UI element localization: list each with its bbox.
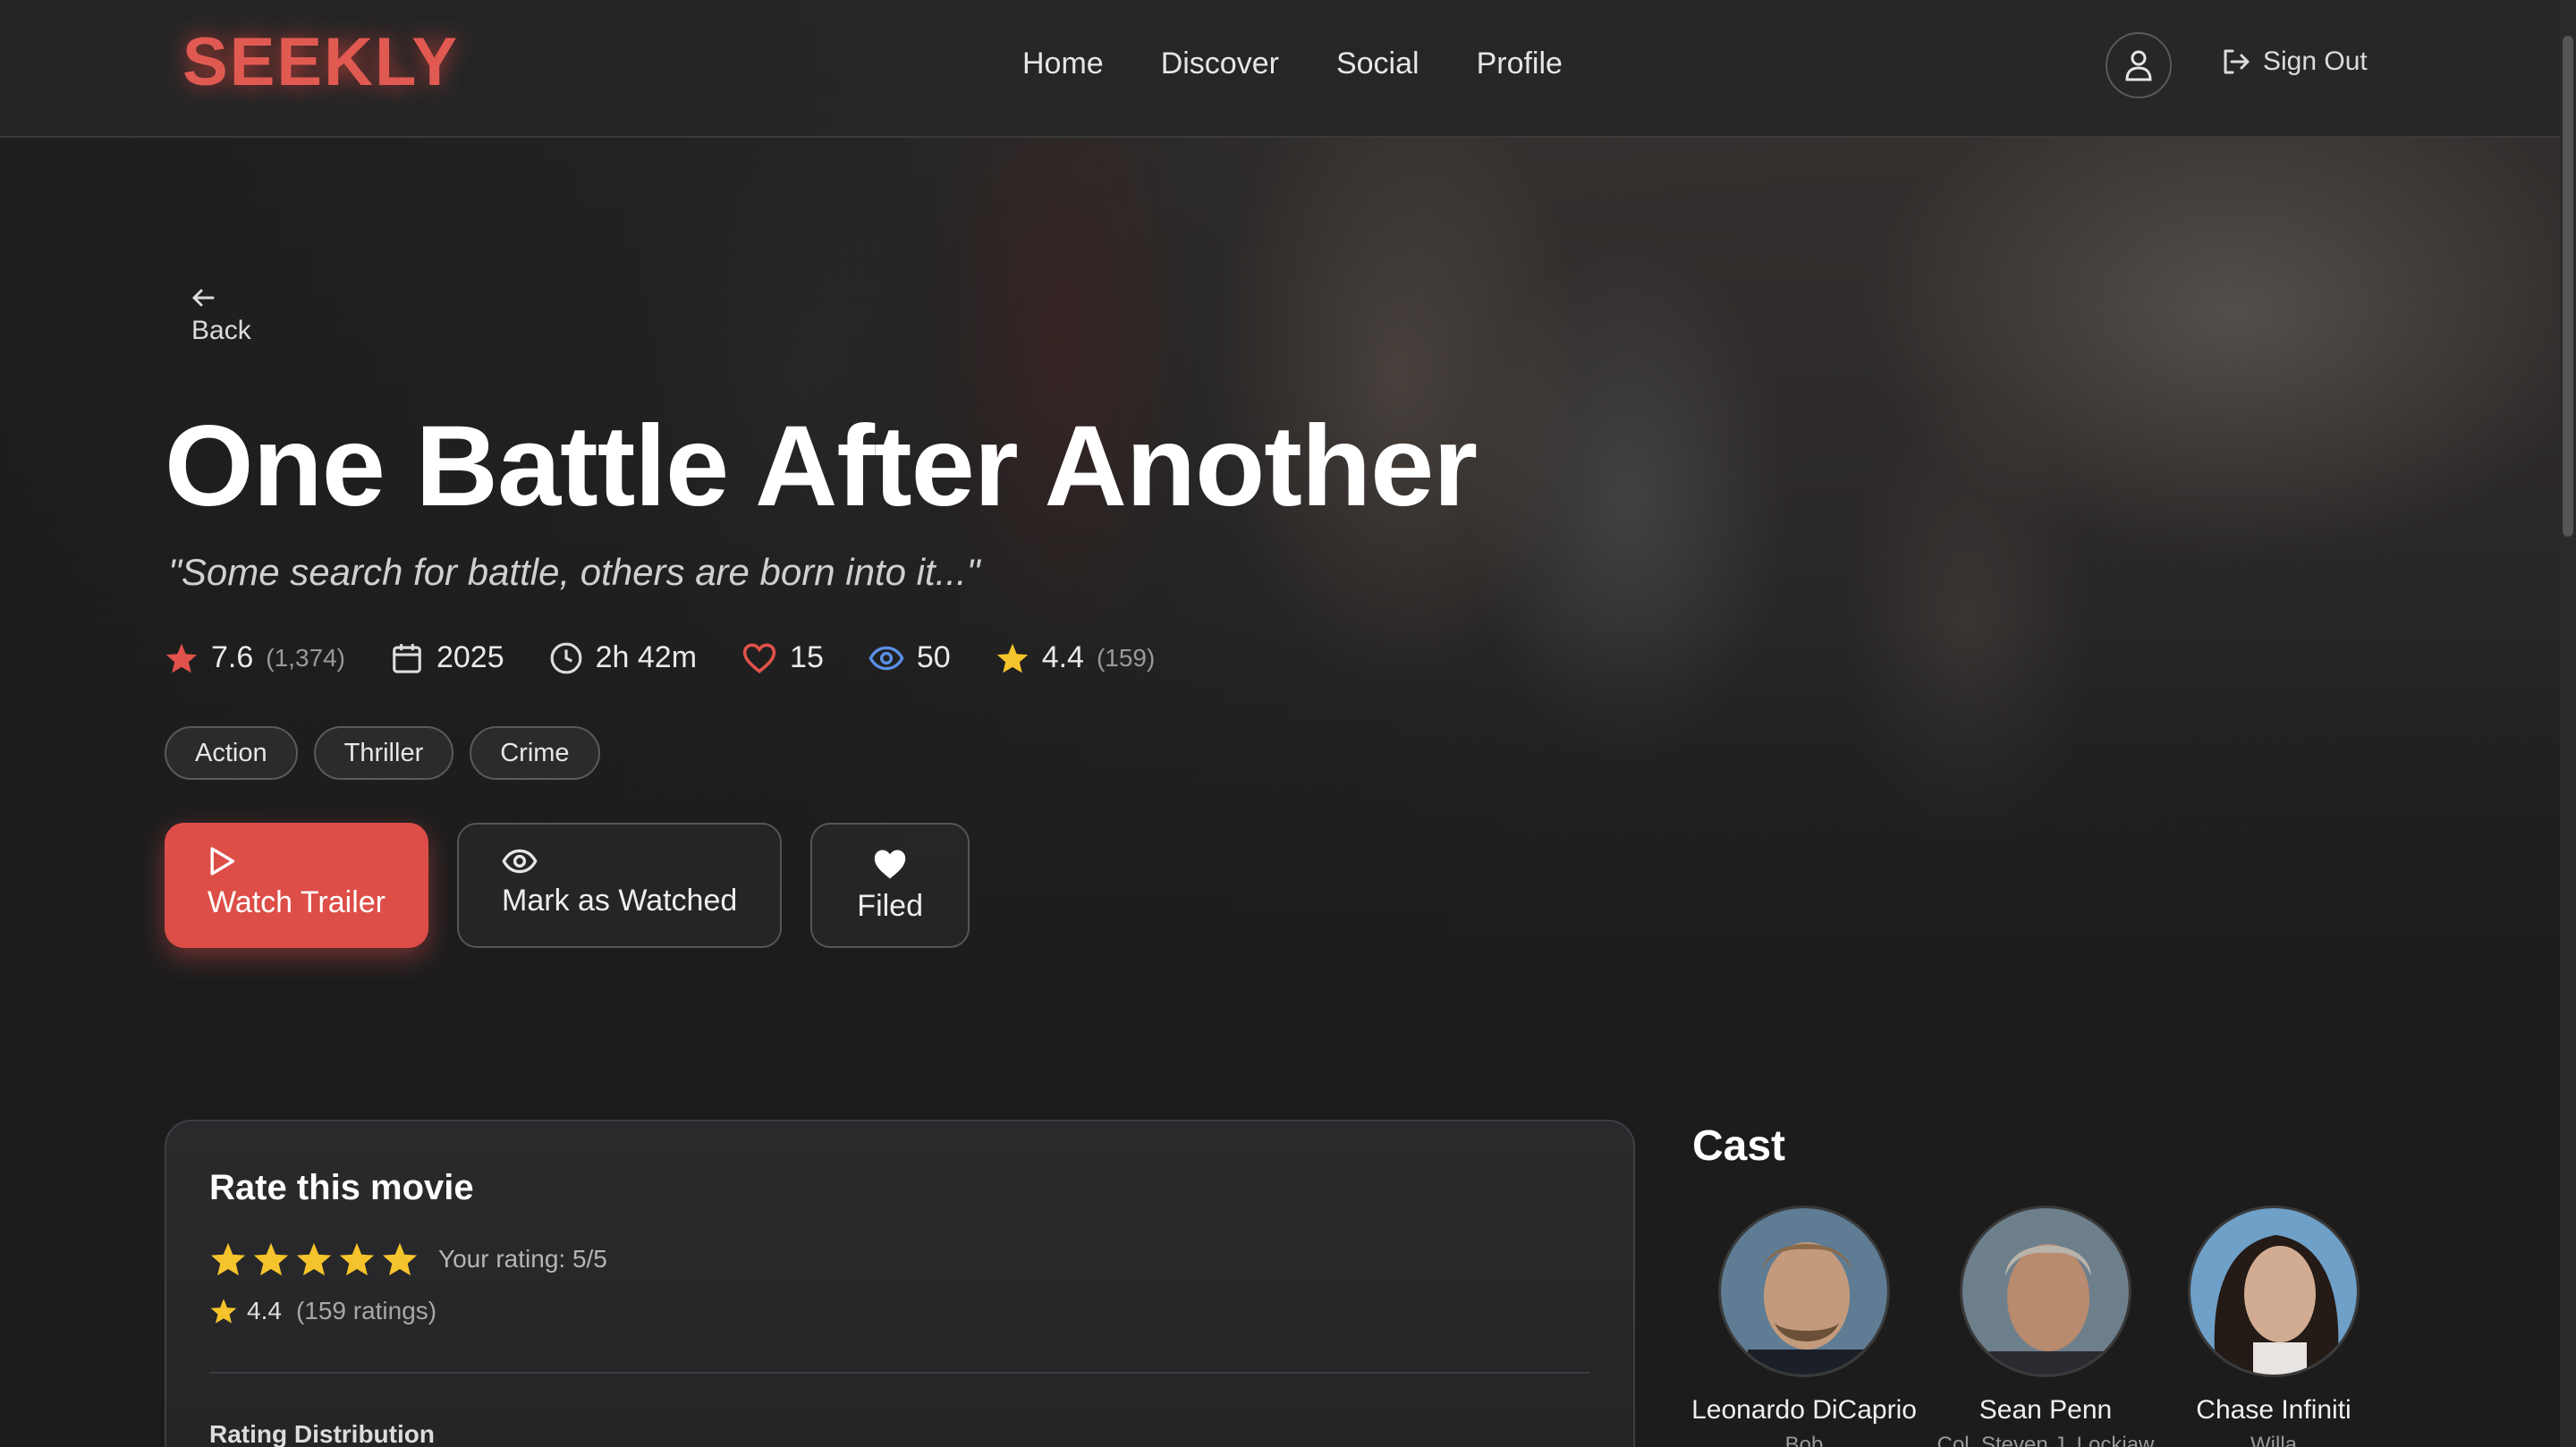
filed-label: Filed — [857, 889, 923, 923]
mark-watched-button[interactable]: Mark as Watched — [457, 823, 783, 948]
runtime-value: 2h 42m — [595, 640, 698, 674]
back-label: Back — [191, 316, 251, 345]
divider — [209, 1372, 1590, 1374]
average-value: 4.4 — [247, 1297, 282, 1324]
cast-name: Sean Penn — [1979, 1395, 2113, 1425]
action-buttons: Watch Trailer Mark as Watched Filed — [165, 823, 970, 948]
mark-watched-label: Mark as Watched — [502, 884, 738, 918]
nav-link-home[interactable]: Home — [1022, 47, 1104, 81]
genre-tags: Action Thriller Crime — [165, 726, 600, 780]
movie-meta-row: 7.6 (1,374) 2025 2h 42m 15 50 4.4 (159) — [165, 640, 1199, 675]
avatar — [1718, 1206, 1890, 1377]
sign-out-label: Sign Out — [2263, 47, 2368, 76]
watch-trailer-label: Watch Trailer — [208, 885, 386, 919]
user-icon — [2125, 50, 2152, 81]
top-navbar: SEEKLY Home Discover Social Profile Sign… — [0, 0, 2560, 138]
likes-value: 15 — [790, 640, 824, 674]
cast-name: Chase Infiniti — [2196, 1395, 2351, 1425]
star-icon — [210, 1299, 237, 1324]
genre-tag[interactable]: Action — [165, 726, 298, 780]
filed-button[interactable]: Filed — [810, 823, 970, 948]
watch-trailer-button[interactable]: Watch Trailer — [165, 823, 429, 948]
tmdb-rating: 7.6 (1,374) — [165, 640, 345, 675]
year-value: 2025 — [436, 640, 504, 674]
movie-tagline: "Some search for battle, others are born… — [168, 551, 980, 593]
average-rating: 4.4 (159 ratings) — [209, 1297, 436, 1325]
nav-link-social[interactable]: Social — [1336, 47, 1419, 81]
star-icon — [996, 643, 1028, 673]
star-rating-input: Your rating: 5/5 — [209, 1241, 607, 1277]
cast-section-title: Cast — [1692, 1122, 1786, 1170]
rating-star-2[interactable] — [252, 1241, 290, 1277]
nav-link-profile[interactable]: Profile — [1477, 47, 1563, 81]
runtime: 2h 42m — [549, 640, 697, 675]
brand-logo[interactable]: SEEKLY — [182, 23, 459, 101]
rating-star-5[interactable] — [381, 1241, 419, 1277]
back-link[interactable]: Back — [191, 288, 251, 346]
sign-out-button[interactable]: Sign Out — [2222, 47, 2368, 77]
release-year: 2025 — [390, 640, 504, 675]
genre-tag[interactable]: Crime — [470, 726, 600, 780]
eye-icon — [869, 646, 904, 670]
heart-filled-icon — [874, 850, 906, 879]
views-value: 50 — [916, 640, 951, 674]
arrow-left-icon — [192, 289, 215, 307]
nav-link-discover[interactable]: Discover — [1161, 47, 1279, 81]
rating-value: 7.6 — [211, 640, 254, 674]
rating-star-3[interactable] — [295, 1241, 333, 1277]
cast-name: Leonardo DiCaprio — [1692, 1395, 1917, 1425]
avatar — [1960, 1206, 2131, 1377]
your-rating-text: Your rating: 5/5 — [438, 1245, 607, 1273]
ratings-count: (159 ratings) — [295, 1297, 437, 1324]
user-rating: 4.4 (159) — [996, 640, 1156, 675]
cast-member[interactable]: Leonardo DiCaprio Bob — [1692, 1206, 1917, 1447]
cast-list: Leonardo DiCaprio Bob Sean Penn Col. Ste… — [1692, 1206, 2470, 1447]
cast-role: Willa — [2250, 1433, 2297, 1447]
user-rating-count: (159) — [1096, 643, 1156, 672]
user-profile-button[interactable] — [2106, 32, 2172, 98]
views-count: 50 — [869, 640, 951, 675]
cast-member[interactable]: Chase Infiniti Willa — [2184, 1206, 2363, 1447]
rate-movie-card: Rate this movie Your rating: 5/5 4.4 (15… — [165, 1120, 1635, 1447]
main-nav: Home Discover Social Profile — [1022, 47, 1563, 81]
play-icon — [210, 847, 235, 876]
rating-distribution-label: Rating Distribution — [209, 1420, 435, 1447]
cast-role: Col. Steven J. Lockjaw — [1936, 1433, 2155, 1447]
eye-icon — [502, 849, 538, 874]
logout-icon — [2224, 49, 2250, 74]
genre-tag[interactable]: Thriller — [313, 726, 454, 780]
rating-count: (1,374) — [266, 643, 345, 672]
rating-star-1[interactable] — [209, 1241, 247, 1277]
movie-title: One Battle After Another — [165, 402, 1478, 530]
cast-member[interactable]: Sean Penn Col. Steven J. Lockjaw — [1936, 1206, 2155, 1447]
star-icon — [165, 643, 198, 673]
calendar-icon — [393, 643, 421, 673]
cast-role: Bob — [1784, 1433, 1824, 1447]
rating-star-4[interactable] — [338, 1241, 376, 1277]
rate-card-title: Rate this movie — [209, 1168, 474, 1207]
user-rating-value: 4.4 — [1041, 640, 1084, 674]
heart-icon — [742, 642, 776, 673]
avatar — [2188, 1206, 2360, 1377]
clock-icon — [550, 642, 582, 673]
likes-count: 15 — [741, 640, 824, 675]
scrollbar-thumb[interactable] — [2563, 36, 2573, 537]
page-scrollbar[interactable] — [2560, 0, 2576, 1447]
